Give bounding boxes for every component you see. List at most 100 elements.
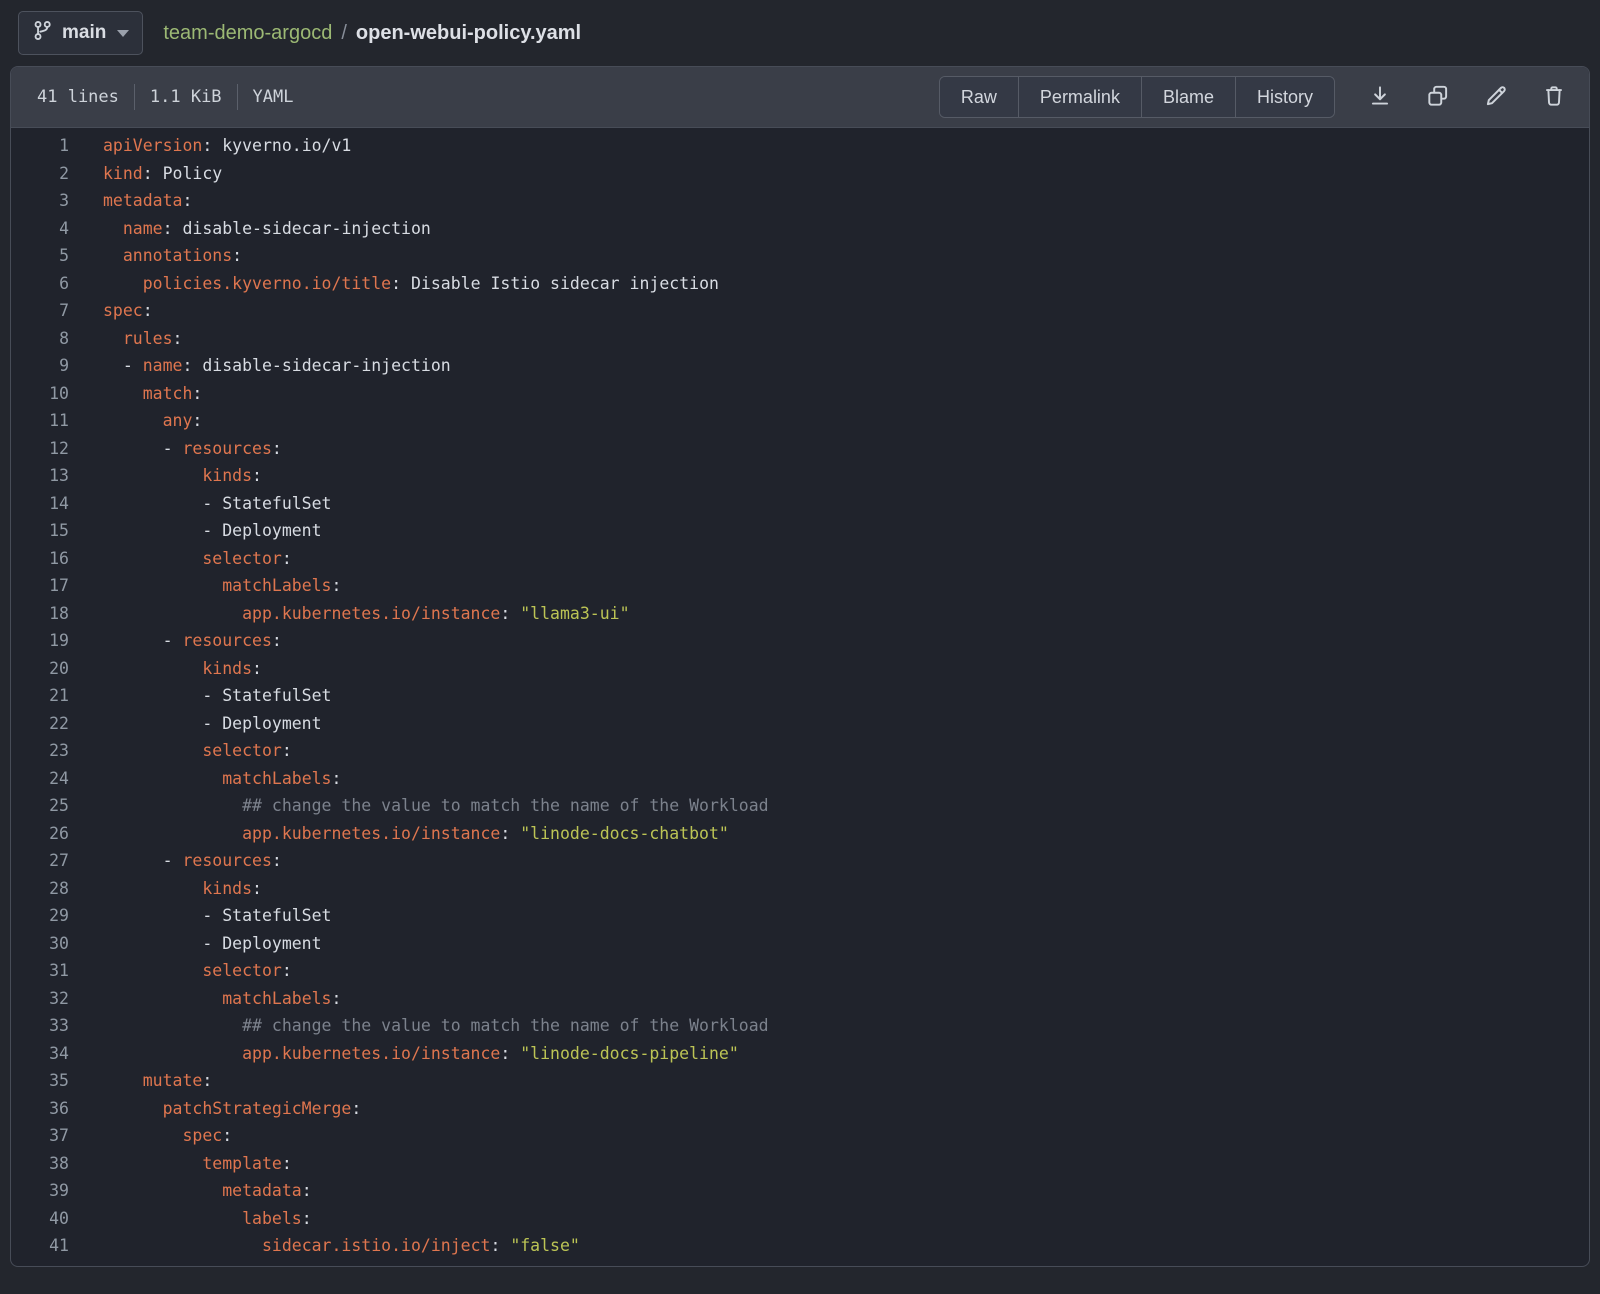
file-language: YAML [253, 87, 294, 107]
code-line: 25 ## change the value to match the name… [11, 792, 1589, 820]
line-number[interactable]: 6 [11, 270, 69, 298]
line-content: sidecar.istio.io/inject: "false" [103, 1232, 580, 1260]
file-name: open-webui-policy.yaml [356, 22, 581, 45]
line-content: - resources: [103, 435, 282, 463]
line-number[interactable]: 1 [11, 132, 69, 160]
permalink-button[interactable]: Permalink [1018, 77, 1141, 117]
line-number[interactable]: 29 [11, 902, 69, 930]
line-number[interactable]: 17 [11, 572, 69, 600]
trash-icon [1541, 83, 1567, 112]
line-content: ## change the value to match the name of… [103, 792, 769, 820]
line-number[interactable]: 33 [11, 1012, 69, 1040]
line-number[interactable]: 13 [11, 462, 69, 490]
line-number[interactable]: 15 [11, 517, 69, 545]
line-number[interactable]: 28 [11, 875, 69, 903]
history-button[interactable]: History [1235, 77, 1334, 117]
code-line: 11 any: [11, 407, 1589, 435]
line-content: - StatefulSet [103, 682, 331, 710]
line-content: kind: Policy [103, 160, 222, 188]
line-number[interactable]: 23 [11, 737, 69, 765]
code-line: 10 match: [11, 380, 1589, 408]
line-content: kinds: [103, 655, 262, 683]
line-content: mutate: [103, 1067, 212, 1095]
branch-selector[interactable]: main [18, 11, 143, 55]
line-content: patchStrategicMerge: [103, 1095, 361, 1123]
line-number[interactable]: 30 [11, 930, 69, 958]
line-number[interactable]: 35 [11, 1067, 69, 1095]
line-number[interactable]: 10 [11, 380, 69, 408]
line-content: - Deployment [103, 517, 322, 545]
code-line: 15 - Deployment [11, 517, 1589, 545]
line-number[interactable]: 20 [11, 655, 69, 683]
line-number[interactable]: 19 [11, 627, 69, 655]
code-line: 7spec: [11, 297, 1589, 325]
code-line: 3metadata: [11, 187, 1589, 215]
line-number[interactable]: 21 [11, 682, 69, 710]
repo-link[interactable]: team-demo-argocd [163, 22, 332, 45]
line-number[interactable]: 25 [11, 792, 69, 820]
breadcrumb: team-demo-argocd / open-webui-policy.yam… [163, 22, 581, 45]
line-number[interactable]: 34 [11, 1040, 69, 1068]
code-line: 30 - Deployment [11, 930, 1589, 958]
stats-divider [134, 84, 135, 110]
line-number[interactable]: 9 [11, 352, 69, 380]
code-line: 23 selector: [11, 737, 1589, 765]
line-content: spec: [103, 1122, 232, 1150]
line-content: selector: [103, 957, 292, 985]
copy-button[interactable] [1424, 84, 1451, 111]
code-line: 2 kind: Policy [11, 160, 1589, 188]
download-button[interactable] [1366, 84, 1393, 111]
download-icon [1367, 83, 1393, 112]
code-line: 5 annotations: [11, 242, 1589, 270]
blame-button[interactable]: Blame [1141, 77, 1235, 117]
line-number[interactable]: 37 [11, 1122, 69, 1150]
line-number[interactable]: 24 [11, 765, 69, 793]
code-line: 36 patchStrategicMerge: [11, 1095, 1589, 1123]
code-line: 8 rules: [11, 325, 1589, 353]
code-line: 14 - StatefulSet [11, 490, 1589, 518]
code-line: 18 app.kubernetes.io/instance: "llama3-u… [11, 600, 1589, 628]
line-number[interactable]: 41 [11, 1232, 69, 1260]
line-number[interactable]: 26 [11, 820, 69, 848]
file-view-box: 41 lines 1.1 KiB YAML Raw Permalink Blam… [10, 66, 1590, 1267]
line-number[interactable]: 3 [11, 187, 69, 215]
line-number[interactable]: 38 [11, 1150, 69, 1178]
line-number[interactable]: 2 [11, 160, 69, 188]
line-number[interactable]: 27 [11, 847, 69, 875]
line-number[interactable]: 12 [11, 435, 69, 463]
line-number[interactable]: 5 [11, 242, 69, 270]
code-line: 12 - resources: [11, 435, 1589, 463]
line-number[interactable]: 22 [11, 710, 69, 738]
line-content: - resources: [103, 627, 282, 655]
copy-icon [1425, 83, 1451, 112]
file-actions: Raw Permalink Blame History [939, 76, 1567, 118]
line-number[interactable]: 8 [11, 325, 69, 353]
code-line: 9 - name: disable-sidecar-injection [11, 352, 1589, 380]
stats-divider [237, 84, 238, 110]
code-line: 39 metadata: [11, 1177, 1589, 1205]
delete-button[interactable] [1540, 84, 1567, 111]
code-line: 35 mutate: [11, 1067, 1589, 1095]
line-number[interactable]: 4 [11, 215, 69, 243]
line-content: annotations: [103, 242, 242, 270]
line-number[interactable]: 31 [11, 957, 69, 985]
edit-button[interactable] [1482, 84, 1509, 111]
line-number[interactable]: 39 [11, 1177, 69, 1205]
line-content: kinds: [103, 875, 262, 903]
line-number[interactable]: 32 [11, 985, 69, 1013]
line-content: matchLabels: [103, 572, 341, 600]
raw-button[interactable]: Raw [940, 77, 1018, 117]
code-line: 31 selector: [11, 957, 1589, 985]
line-number[interactable]: 14 [11, 490, 69, 518]
line-number[interactable]: 11 [11, 407, 69, 435]
line-number[interactable]: 7 [11, 297, 69, 325]
line-number[interactable]: 40 [11, 1205, 69, 1233]
code-line: 4 name: disable-sidecar-injection [11, 215, 1589, 243]
line-content: - StatefulSet [103, 490, 331, 518]
line-content: template: [103, 1150, 292, 1178]
line-content: matchLabels: [103, 765, 341, 793]
line-number[interactable]: 16 [11, 545, 69, 573]
code-line: 20 kinds: [11, 655, 1589, 683]
line-number[interactable]: 36 [11, 1095, 69, 1123]
line-number[interactable]: 18 [11, 600, 69, 628]
